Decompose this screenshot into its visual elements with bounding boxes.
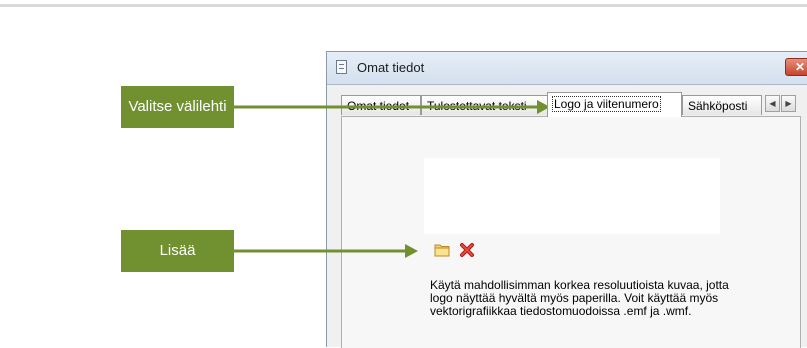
close-button[interactable]: ✕: [785, 58, 807, 76]
app-icon: [336, 60, 347, 74]
tab-sahkoposti[interactable]: Sähköposti: [682, 95, 762, 115]
tab-logo-ja-viitenumero[interactable]: Logo ja viitenumero: [547, 92, 682, 117]
tab-omat-tiedot[interactable]: Omat tiedot: [341, 95, 421, 115]
folder-icon[interactable]: [434, 243, 450, 257]
omat-tiedot-window: Omat tiedot ✕ Omat tiedot Tulostettavat …: [326, 51, 807, 348]
tab-scroll-right-button[interactable]: ▶: [781, 95, 796, 112]
delete-icon[interactable]: [459, 242, 475, 258]
tab-tulostettavat-tekstit[interactable]: Tulostettavat teksti: [421, 95, 548, 115]
close-icon: ✕: [794, 60, 806, 74]
chevron-left-icon: ◀: [769, 99, 776, 108]
top-divider: [0, 4, 807, 7]
tab-scroll-left-button[interactable]: ◀: [765, 95, 780, 112]
logo-preview: [424, 158, 720, 234]
logo-info-text: Käytä mahdollisimman korkea resoluutiois…: [430, 278, 729, 318]
chevron-right-icon: ▶: [785, 99, 792, 108]
callout-select-tab: Valitse välilehti: [121, 86, 234, 128]
callout-add-logo: Lisää logotiedosto: [121, 230, 234, 301]
logo-tab-page: Käytä mahdollisimman korkea resoluutiois…: [341, 116, 801, 348]
tab-logo-ja-viitenumero-label: Logo ja viitenumero: [552, 96, 661, 112]
title-bar[interactable]: Omat tiedot ✕: [327, 52, 807, 85]
window-title: Omat tiedot: [357, 60, 425, 75]
